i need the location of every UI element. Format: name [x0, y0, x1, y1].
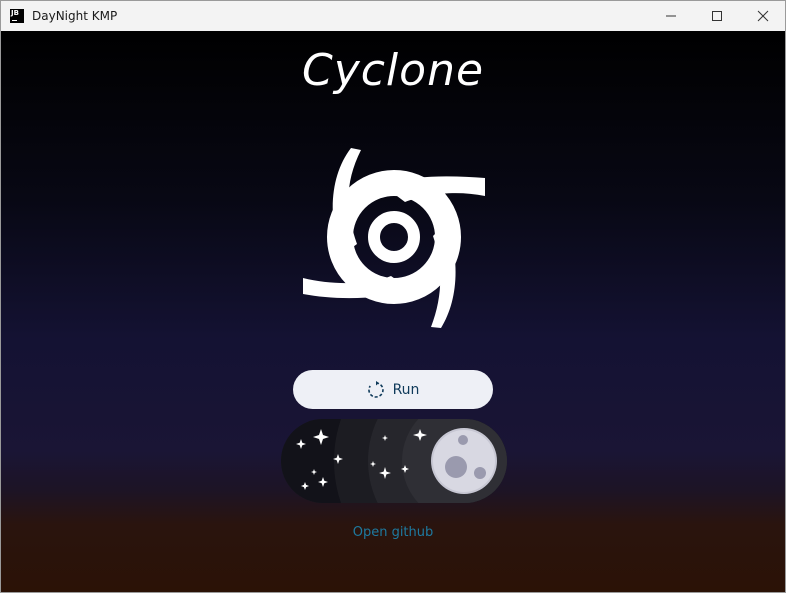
app-content: Cyclone Run Open github [1, 31, 785, 592]
jetbrains-icon: JB [10, 9, 24, 23]
close-button[interactable] [740, 1, 785, 31]
run-button[interactable]: Run [293, 370, 493, 409]
night-sky [281, 419, 507, 503]
moon-icon [431, 428, 497, 494]
minimize-icon [666, 15, 676, 17]
maximize-button[interactable] [694, 1, 740, 31]
cyclone-icon [303, 148, 485, 328]
app-window: JB DayNight KMP Cyclone Run Open github [0, 0, 786, 593]
open-github-link[interactable]: Open github [1, 525, 785, 540]
maximize-icon [712, 11, 722, 21]
minimize-button[interactable] [648, 1, 694, 31]
day-night-toggle[interactable] [281, 419, 507, 503]
run-label: Run [392, 381, 420, 398]
app-title: Cyclone [301, 45, 485, 96]
refresh-icon [367, 380, 384, 398]
title-bar[interactable]: JB DayNight KMP [1, 1, 785, 31]
close-icon [757, 10, 769, 22]
window-title: DayNight KMP [32, 9, 118, 23]
